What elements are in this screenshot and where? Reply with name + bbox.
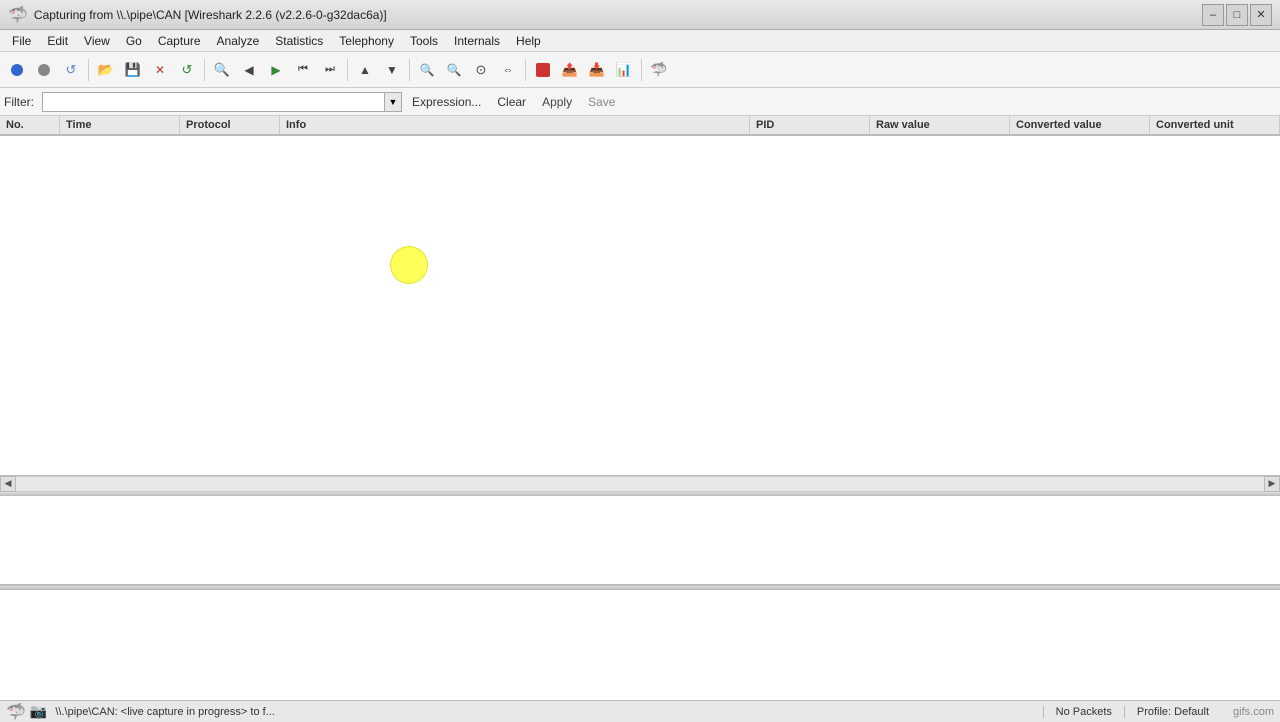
- status-icons: 🦈 📷: [6, 702, 47, 722]
- filter-bar: Filter: ▼ Expression... Clear Apply Save: [0, 88, 1280, 116]
- resize-columns-button[interactable]: ⇔: [495, 57, 521, 83]
- column-headers: No. Time Protocol Info PID Raw value Con…: [0, 116, 1280, 136]
- col-header-converted: Converted value: [1010, 116, 1150, 134]
- stop-capture-button[interactable]: [31, 57, 57, 83]
- horizontal-scrollbar[interactable]: ◀ ▶: [0, 476, 1280, 492]
- detail-pane: [0, 496, 1280, 586]
- col-header-protocol: Protocol: [180, 116, 280, 134]
- go-back-button[interactable]: ◀: [236, 57, 262, 83]
- stats-button[interactable]: 📊: [611, 57, 637, 83]
- zoom-out-button[interactable]: 🔍: [441, 57, 467, 83]
- title-controls: – □ ✕: [1202, 4, 1272, 26]
- cursor-indicator: [390, 246, 428, 284]
- filter-input[interactable]: [42, 92, 384, 112]
- filter-dropdown-button[interactable]: ▼: [384, 92, 402, 112]
- import-button[interactable]: 📥: [584, 57, 610, 83]
- close-file-button[interactable]: ✕: [147, 57, 173, 83]
- toolbar-sep-4: [409, 59, 410, 81]
- start-capture-button[interactable]: [4, 57, 30, 83]
- zoom-reset-button[interactable]: ⊙: [468, 57, 494, 83]
- wireshark-logo-button[interactable]: 🦈: [646, 57, 672, 83]
- col-header-pid: PID: [750, 116, 870, 134]
- export-button[interactable]: 📤: [557, 57, 583, 83]
- close-button[interactable]: ✕: [1250, 4, 1272, 26]
- hscroll-right-arrow[interactable]: ▶: [1264, 476, 1280, 492]
- go-last-button[interactable]: ⏭: [317, 57, 343, 83]
- go-first-button[interactable]: ⏮: [290, 57, 316, 83]
- menu-statistics[interactable]: Statistics: [267, 30, 331, 51]
- title-bar-left: 🦈 Capturing from \\.\pipe\CAN [Wireshark…: [8, 5, 387, 25]
- menu-view[interactable]: View: [76, 30, 118, 51]
- open-button[interactable]: 📂: [93, 57, 119, 83]
- col-header-time: Time: [60, 116, 180, 134]
- col-header-info: Info: [280, 116, 750, 134]
- toolbar-sep-5: [525, 59, 526, 81]
- apply-filter-button[interactable]: Apply: [536, 93, 578, 111]
- zoom-in-button[interactable]: 🔍: [414, 57, 440, 83]
- colorize-button[interactable]: ▲: [352, 57, 378, 83]
- status-profile: Profile: Default: [1125, 706, 1221, 718]
- col-header-no: No.: [0, 116, 60, 134]
- filter-label: Filter:: [4, 95, 34, 109]
- packet-list[interactable]: [0, 136, 1280, 476]
- app-icon: 🦈: [8, 5, 28, 25]
- status-capture-text: \\.\pipe\CAN: <live capture in progress>…: [55, 706, 1042, 718]
- title-text: Capturing from \\.\pipe\CAN [Wireshark 2…: [34, 8, 387, 22]
- menu-telephony[interactable]: Telephony: [331, 30, 402, 51]
- menu-internals[interactable]: Internals: [446, 30, 508, 51]
- menu-go[interactable]: Go: [118, 30, 150, 51]
- minimize-button[interactable]: –: [1202, 4, 1224, 26]
- status-bar: 🦈 📷 \\.\pipe\CAN: <live capture in progr…: [0, 700, 1280, 722]
- autoscroll-button[interactable]: ▼: [379, 57, 405, 83]
- hscroll-track[interactable]: [16, 476, 1264, 492]
- title-bar: 🦈 Capturing from \\.\pipe\CAN [Wireshark…: [0, 0, 1280, 30]
- reload-button[interactable]: ↺: [174, 57, 200, 83]
- menu-edit[interactable]: Edit: [39, 30, 76, 51]
- menu-tools[interactable]: Tools: [402, 30, 446, 51]
- status-shark-icon: 🦈: [6, 702, 26, 722]
- find-button[interactable]: 🔍: [209, 57, 235, 83]
- menu-bar: File Edit View Go Capture Analyze Statis…: [0, 30, 1280, 52]
- menu-file[interactable]: File: [4, 30, 39, 51]
- toolbar: ↺ 📂 💾 ✕ ↺ 🔍 ◀ ▶ ⏮ ⏭ ▲ ▼ 🔍 🔍 ⊙ ⇔: [0, 52, 1280, 88]
- col-header-raw: Raw value: [870, 116, 1010, 134]
- menu-help[interactable]: Help: [508, 30, 549, 51]
- expression-button[interactable]: Expression...: [406, 93, 487, 111]
- toolbar-sep-2: [204, 59, 205, 81]
- col-header-unit: Converted unit: [1150, 116, 1280, 134]
- toolbar-sep-3: [347, 59, 348, 81]
- hex-pane: [0, 590, 1280, 700]
- status-gifs: gifs.com: [1221, 706, 1274, 718]
- save-filter-button[interactable]: Save: [582, 93, 621, 111]
- clear-filter-button[interactable]: Clear: [491, 93, 532, 111]
- status-cam-icon: 📷: [30, 703, 47, 720]
- toolbar-sep-1: [88, 59, 89, 81]
- restart-button[interactable]: ↺: [58, 57, 84, 83]
- save-button[interactable]: 💾: [120, 57, 146, 83]
- status-packets: No Packets: [1043, 706, 1125, 718]
- menu-analyze[interactable]: Analyze: [209, 30, 268, 51]
- filter-input-wrap: ▼: [42, 92, 402, 112]
- hscroll-left-arrow[interactable]: ◀: [0, 476, 16, 492]
- go-forward-button[interactable]: ▶: [263, 57, 289, 83]
- capture-opts-button[interactable]: [530, 57, 556, 83]
- toolbar-sep-6: [641, 59, 642, 81]
- maximize-button[interactable]: □: [1226, 4, 1248, 26]
- menu-capture[interactable]: Capture: [150, 30, 209, 51]
